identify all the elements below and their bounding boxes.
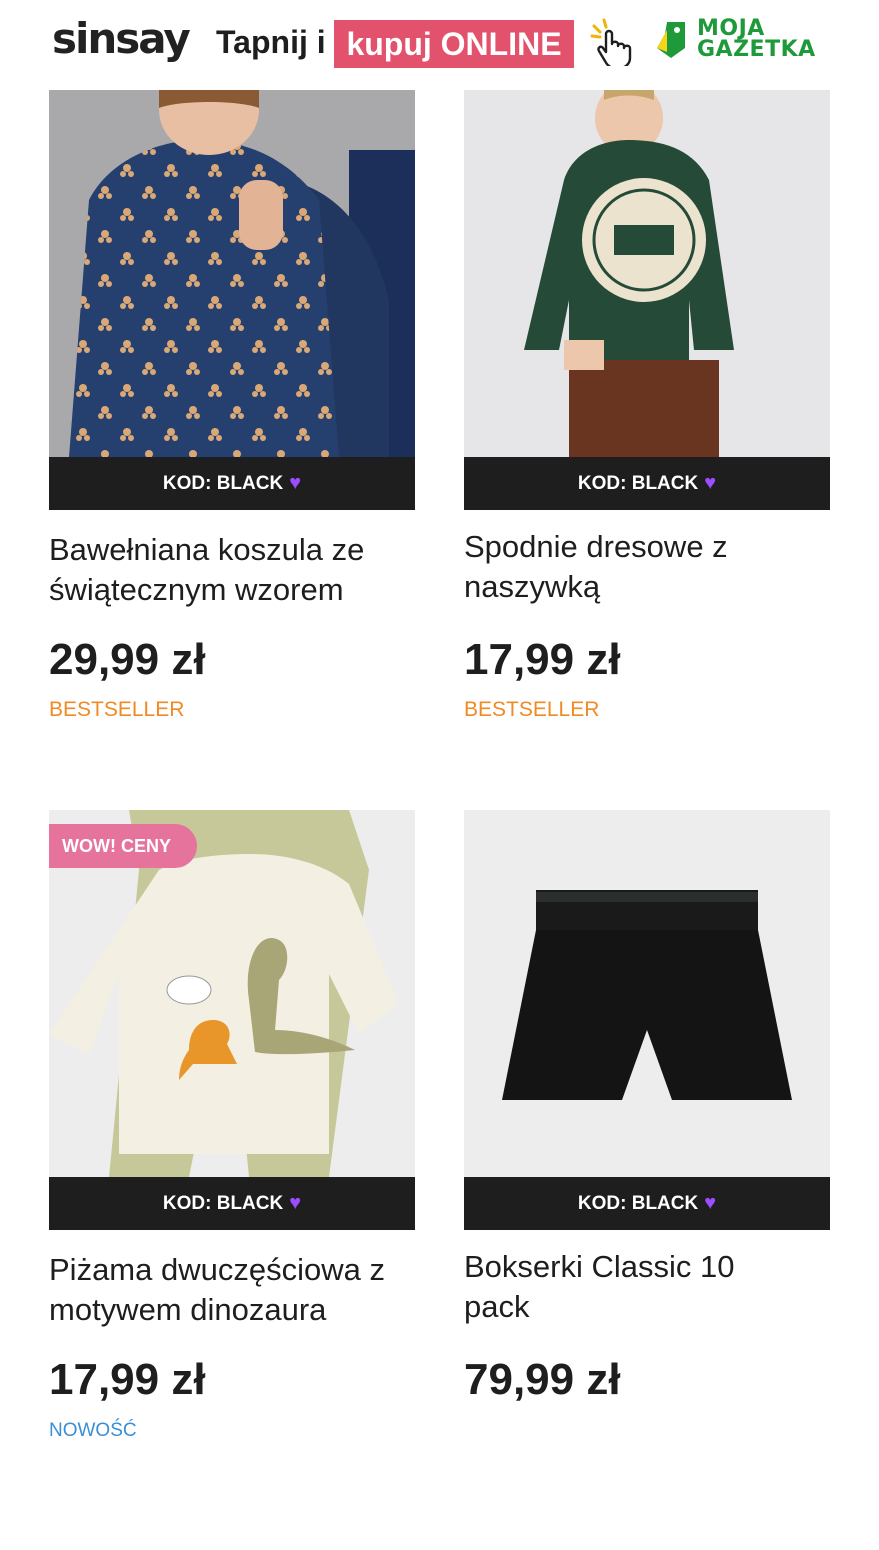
bestseller-tag: BESTSELLER [464, 698, 600, 721]
pointing-hand-icon [590, 16, 634, 70]
sinsay-logo[interactable]: sinsay [52, 14, 191, 63]
bestseller-tag: BESTSELLER [49, 698, 185, 721]
tag-icon [657, 22, 685, 58]
new-tag: NOWOŚĆ [49, 1420, 137, 1441]
product-image-sweatpants[interactable] [464, 90, 830, 457]
purple-heart-icon: ♥ [704, 1192, 717, 1214]
product-name[interactable]: Spodnie dresowe z naszywką [464, 527, 754, 607]
product-price: 79,99 zł [464, 1355, 621, 1404]
product-image-shirt[interactable] [49, 90, 415, 457]
purple-heart-icon: ♥ [704, 472, 717, 494]
promo-code-bar: KOD: BLACK ♥ [464, 1177, 830, 1230]
product-price: 17,99 zł [464, 635, 621, 684]
promo-code-text: KOD: BLACK [162, 1192, 284, 1214]
promo-code-bar: KOD: BLACK ♥ [49, 457, 415, 510]
product-price: 17,99 zł [49, 1355, 206, 1404]
product-name[interactable]: Bokserki Classic 10 pack [464, 1247, 794, 1327]
purple-heart-icon: ♥ [289, 472, 302, 494]
product-name[interactable]: Bawełniana koszula ze świątecznym wzorem [49, 530, 415, 610]
promo-code-bar: KOD: BLACK ♥ [49, 1177, 415, 1230]
product-price: 29,99 zł [49, 635, 206, 684]
wow-prices-badge: WOW! CENY [49, 824, 197, 868]
product-image-boxers[interactable] [464, 810, 830, 1177]
moja-gazetka-logo[interactable]: MOJA GAZETKA [655, 16, 830, 68]
tap-text: Tapnij i [216, 24, 326, 60]
gazetka-line2: GAZETKA [697, 37, 816, 62]
promo-code-text: KOD: BLACK [162, 472, 284, 494]
shop-online-button[interactable]: kupuj ONLINE [334, 20, 574, 68]
gazetka-line1: MOJA [697, 16, 765, 41]
promo-code-bar: KOD: BLACK ♥ [464, 457, 830, 510]
purple-heart-icon: ♥ [289, 1192, 302, 1214]
product-name[interactable]: Piżama dwuczęściowa z motywem dinozaura [49, 1250, 415, 1330]
promo-code-text: KOD: BLACK [577, 1192, 699, 1214]
gazetka-text: MOJA GAZETKA [697, 16, 816, 62]
promo-code-text: KOD: BLACK [577, 472, 699, 494]
header: sinsay Tapnij i kupuj ONLINE MOJA GAZETK… [0, 0, 879, 90]
